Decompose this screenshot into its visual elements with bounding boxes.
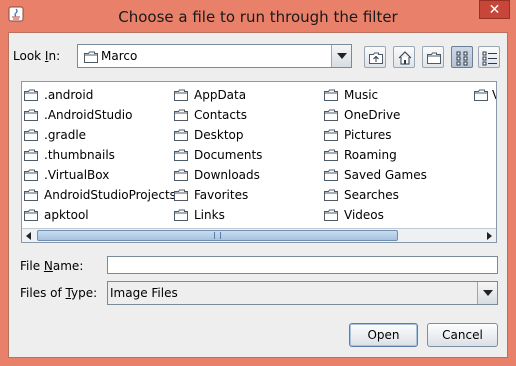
folder-icon (24, 189, 38, 201)
folder-icon (324, 189, 338, 201)
file-name: Music (344, 88, 379, 102)
file-name: .android (44, 88, 94, 102)
folder-icon (24, 149, 38, 161)
scrollbar-thumb[interactable] (37, 230, 398, 241)
details-view-icon (482, 51, 497, 66)
look-in-dropdown-arrow[interactable] (331, 45, 351, 67)
details-view-button[interactable] (478, 46, 500, 68)
look-in-value: Marco (101, 49, 138, 63)
folder-icon (324, 89, 338, 101)
folder-up-icon (369, 52, 383, 64)
folder-icon (324, 129, 338, 141)
folder-icon (324, 109, 338, 121)
files-of-type-combo[interactable]: Image Files (107, 281, 498, 305)
dialog-content: Look In: Marco .android .AndroidStudio .… (8, 32, 508, 358)
horizontal-scrollbar[interactable] (22, 228, 496, 242)
file-name: apktool (44, 208, 89, 222)
folder-icon (84, 51, 98, 63)
file-column-4-partial: V (474, 86, 496, 106)
grip-icon (214, 232, 221, 239)
file-name: AppData (194, 88, 247, 102)
folder-icon (174, 109, 188, 121)
folder-icon (24, 109, 38, 121)
list-view-icon (456, 51, 468, 66)
folder-icon (174, 89, 188, 101)
file-list[interactable]: .android .AndroidStudio .gradle .thumbna… (21, 81, 497, 243)
title-bar[interactable]: Choose a file to run through the filter … (0, 0, 516, 32)
file-name: Documents (194, 148, 263, 162)
folder-icon (174, 129, 188, 141)
file-name: Favorites (194, 188, 249, 202)
folder-icon (24, 169, 38, 181)
folder-icon (174, 209, 188, 221)
file-name-input[interactable] (107, 256, 498, 274)
file-name: AndroidStudioProjects (44, 188, 176, 202)
folder-icon (24, 89, 38, 101)
look-in-label: Look In: (13, 49, 61, 63)
file-name: Videos (344, 208, 384, 222)
scroll-left-arrow-icon[interactable] (22, 229, 36, 242)
folder-icon (24, 129, 38, 141)
folder-icon (174, 189, 188, 201)
file-name: Desktop (194, 128, 244, 142)
home-button[interactable] (393, 46, 415, 68)
close-button[interactable]: ✕ (479, 0, 510, 19)
file-name: Pictures (344, 128, 392, 142)
files-of-type-value: Image Files (110, 286, 178, 300)
file-name: .AndroidStudio (44, 108, 133, 122)
files-of-type-dropdown-arrow[interactable] (477, 282, 497, 304)
file-name: Links (194, 208, 225, 222)
file-name: Downloads (194, 168, 260, 182)
file-name: Contacts (194, 108, 247, 122)
home-icon (398, 51, 412, 65)
file-name: Searches (344, 188, 399, 202)
list-view-button[interactable] (451, 46, 473, 68)
folder-icon (324, 209, 338, 221)
folder-icon (474, 89, 488, 101)
file-name: Roaming (344, 148, 397, 162)
file-name: OneDrive (344, 108, 401, 122)
cancel-button[interactable]: Cancel (427, 323, 498, 347)
list-item[interactable]: V (474, 86, 496, 106)
folder-icon (174, 149, 188, 161)
folder-icon (324, 149, 338, 161)
scroll-right-arrow-icon[interactable] (482, 229, 496, 242)
open-button[interactable]: Open (349, 323, 418, 347)
file-name: Saved Games (344, 168, 427, 182)
folder-icon (24, 209, 38, 221)
window-title: Choose a file to run through the filter (118, 8, 398, 26)
look-in-combo[interactable]: Marco (77, 44, 352, 68)
folder-icon (174, 169, 188, 181)
new-folder-icon (427, 52, 441, 64)
files-of-type-label: Files of Type: (20, 286, 98, 300)
file-name: .gradle (44, 128, 87, 142)
file-name: .thumbnails (44, 148, 115, 162)
file-name: .VirtualBox (44, 168, 110, 182)
file-name: V (492, 88, 496, 102)
create-new-folder-button[interactable] (422, 46, 444, 68)
file-chooser-window: Choose a file to run through the filter … (0, 0, 516, 366)
up-one-level-button[interactable] (364, 46, 386, 68)
file-name-label: File Name: (20, 259, 84, 273)
folder-icon (324, 169, 338, 181)
